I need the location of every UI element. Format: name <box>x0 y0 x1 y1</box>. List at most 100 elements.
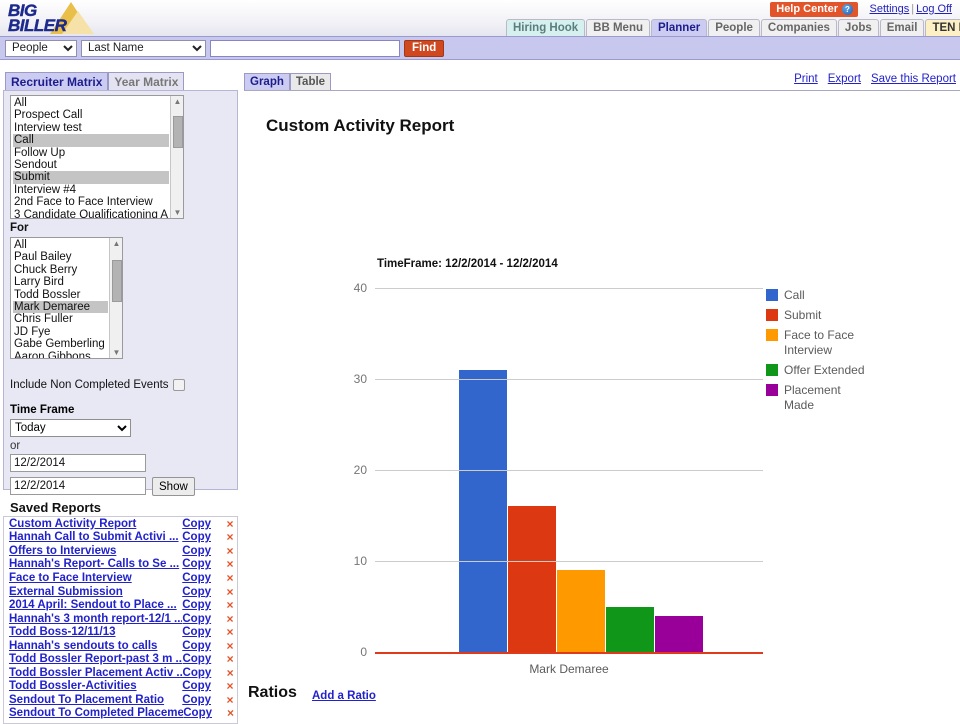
saved-report-copy-link[interactable]: Copy <box>182 599 211 611</box>
chart-bar[interactable] <box>556 570 605 652</box>
search-input[interactable] <box>210 39 400 57</box>
big-biller-logo[interactable]: BIG BILLER <box>6 1 94 35</box>
saved-report-delete-icon[interactable]: × <box>223 530 237 544</box>
list-item[interactable]: Larry Bird <box>13 276 108 288</box>
activity-list-scrollbar[interactable]: ▲ ▼ <box>170 96 183 218</box>
list-item[interactable]: Interview #4 <box>13 184 169 196</box>
chart-bar[interactable] <box>654 615 703 652</box>
saved-report-delete-icon[interactable]: × <box>223 666 237 680</box>
logoff-link[interactable]: Log Off <box>916 3 952 15</box>
chart-bar[interactable] <box>458 369 507 652</box>
saved-report-delete-icon[interactable]: × <box>224 706 237 720</box>
list-item[interactable]: Aaron Gibbons <box>13 351 108 358</box>
date-from-input[interactable] <box>10 454 146 472</box>
show-button[interactable]: Show <box>152 477 195 496</box>
list-item[interactable]: Mark Demaree <box>13 300 108 314</box>
saved-report-delete-icon[interactable]: × <box>223 598 237 612</box>
list-item[interactable]: Submit <box>13 171 169 184</box>
nav-tab-planner[interactable]: Planner <box>651 19 708 36</box>
saved-report-link[interactable]: Hannah Call to Submit Activi ... <box>9 531 182 543</box>
saved-report-link[interactable]: Hannah's 3 month report-12/1 ... <box>9 613 182 625</box>
list-item[interactable]: All <box>13 239 108 251</box>
scrollbar-thumb[interactable] <box>173 116 183 148</box>
saved-report-copy-link[interactable]: Copy <box>182 613 211 625</box>
view-tab-table[interactable]: Table <box>289 73 332 91</box>
saved-report-link[interactable]: Todd Bossler Report-past 3 m ... <box>9 653 182 665</box>
saved-report-copy-link[interactable]: Copy <box>182 586 211 598</box>
saved-report-delete-icon[interactable]: × <box>223 557 237 571</box>
saved-report-delete-icon[interactable]: × <box>223 652 237 666</box>
saved-report-link[interactable]: Todd Bossler Placement Activ ... <box>9 667 183 679</box>
legend-item[interactable]: Submit <box>766 308 956 323</box>
list-item[interactable]: Prospect Call <box>13 109 169 121</box>
search-field-select[interactable]: Last Name <box>81 39 206 57</box>
nav-tab-companies[interactable]: Companies <box>760 19 837 36</box>
scroll-down-arrow-icon[interactable]: ▼ <box>171 207 183 218</box>
add-ratio-link[interactable]: Add a Ratio <box>312 690 376 702</box>
saved-report-delete-icon[interactable]: × <box>223 544 237 558</box>
saved-report-delete-icon[interactable]: × <box>223 693 237 707</box>
saved-report-delete-icon[interactable]: × <box>223 679 237 693</box>
list-item[interactable]: Todd Bossler <box>13 289 108 301</box>
saved-report-link[interactable]: Custom Activity Report <box>9 518 182 530</box>
saved-report-link[interactable]: Sendout To Placement Ratio <box>9 694 182 706</box>
scroll-up-arrow-icon[interactable]: ▲ <box>171 96 183 107</box>
nav-tab-email[interactable]: Email <box>879 19 925 36</box>
saved-report-copy-link[interactable]: Copy <box>183 707 212 719</box>
saved-report-delete-icon[interactable]: × <box>223 517 237 531</box>
saved-report-link[interactable]: Todd Boss-12/11/13 <box>9 626 182 638</box>
list-item[interactable]: JD Fye <box>13 326 108 338</box>
list-item[interactable]: Paul Bailey <box>13 251 108 263</box>
saved-report-copy-link[interactable]: Copy <box>182 545 211 557</box>
time-frame-select[interactable]: Today <box>10 419 131 437</box>
saved-report-copy-link[interactable]: Copy <box>182 640 211 652</box>
matrix-tab-recruiter-matrix[interactable]: Recruiter Matrix <box>5 72 109 91</box>
saved-report-link[interactable]: Face to Face Interview <box>9 572 182 584</box>
saved-report-link[interactable]: Hannah's Report- Calls to Se ... <box>9 558 182 570</box>
legend-item[interactable]: Face to Face Interview <box>766 328 956 358</box>
list-item[interactable]: Chris Fuller <box>13 313 108 325</box>
nav-tab-ten-menu[interactable]: TEN Menu <box>925 19 960 36</box>
legend-item[interactable]: Offer Extended <box>766 363 956 378</box>
matrix-tab-year-matrix[interactable]: Year Matrix <box>108 72 185 91</box>
list-item[interactable]: 3 Candidate Qualificationing A <box>13 209 169 218</box>
saved-report-copy-link[interactable]: Copy <box>182 558 211 570</box>
saved-report-copy-link[interactable]: Copy <box>182 680 211 692</box>
legend-item[interactable]: Call <box>766 288 956 303</box>
action-link-export[interactable]: Export <box>828 73 861 85</box>
date-to-input[interactable] <box>10 477 146 495</box>
saved-report-copy-link[interactable]: Copy <box>182 572 211 584</box>
find-button[interactable]: Find <box>404 39 445 57</box>
saved-report-link[interactable]: Sendout To Completed Placeme ... <box>9 707 183 719</box>
list-item[interactable]: Interview test <box>13 122 169 134</box>
nav-tab-bb-menu[interactable]: BB Menu <box>586 19 651 36</box>
list-item[interactable]: Sendout <box>13 159 169 171</box>
legend-item[interactable]: Placement Made <box>766 383 956 413</box>
list-item[interactable]: 2nd Face to Face Interview <box>13 196 169 208</box>
recruiter-listbox[interactable]: All Paul Bailey Chuck Berry Larry Bird Todd … <box>10 237 123 359</box>
saved-report-delete-icon[interactable]: × <box>223 612 237 626</box>
scroll-down-arrow-icon[interactable]: ▼ <box>110 347 122 358</box>
saved-report-delete-icon[interactable]: × <box>223 585 237 599</box>
saved-report-copy-link[interactable]: Copy <box>182 694 211 706</box>
saved-report-delete-icon[interactable]: × <box>223 571 237 585</box>
saved-report-link[interactable]: Todd Bossler-Activities <box>9 680 182 692</box>
saved-report-link[interactable]: External Submission <box>9 586 182 598</box>
saved-report-copy-link[interactable]: Copy <box>182 626 211 638</box>
recruiter-list-scrollbar[interactable]: ▲ ▼ <box>109 238 122 358</box>
saved-report-delete-icon[interactable]: × <box>223 625 237 639</box>
search-scope-select[interactable]: People <box>5 39 77 57</box>
saved-report-copy-link[interactable]: Copy <box>182 653 211 665</box>
list-item[interactable]: Follow Up <box>13 147 169 159</box>
activity-type-listbox[interactable]: All Prospect Call Interview test Call Follow… <box>10 95 184 219</box>
chart-bar[interactable] <box>507 506 556 652</box>
nav-tab-jobs[interactable]: Jobs <box>837 19 879 36</box>
include-non-completed-checkbox[interactable] <box>172 379 185 391</box>
saved-report-link[interactable]: 2014 April: Sendout to Place ... <box>9 599 182 611</box>
saved-report-delete-icon[interactable]: × <box>223 639 237 653</box>
chart-bar[interactable] <box>605 606 654 652</box>
list-item[interactable]: Gabe Gemberling <box>13 338 108 350</box>
action-link-print[interactable]: Print <box>794 73 818 85</box>
settings-link[interactable]: Settings <box>870 3 910 15</box>
saved-report-copy-link[interactable]: Copy <box>183 667 212 679</box>
